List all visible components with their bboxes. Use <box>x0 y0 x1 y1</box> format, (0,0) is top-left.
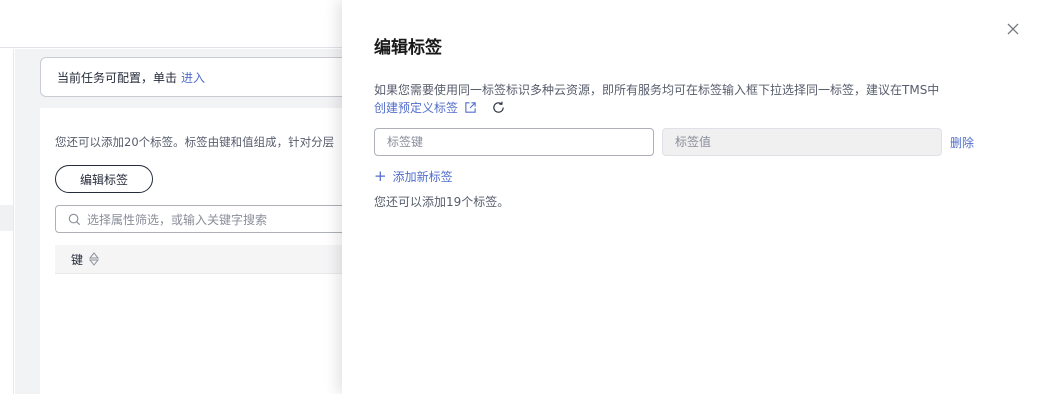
close-button[interactable] <box>1002 18 1024 40</box>
tip-text: 当前任务可配置，单击 <box>57 70 178 85</box>
add-tag-label: 添加新标签 <box>392 170 453 184</box>
drawer-title: 编辑标签 <box>374 38 442 58</box>
sort-icon[interactable] <box>89 252 100 266</box>
remaining-tags-text: 您还可以添加19个标签。 <box>374 195 510 209</box>
background-sidebar <box>0 49 14 394</box>
sidebar-selected-item[interactable] <box>0 205 13 231</box>
close-icon <box>1007 23 1019 35</box>
delete-tag-link[interactable]: 删除 <box>950 134 974 151</box>
tag-value-input[interactable] <box>662 128 942 156</box>
search-icon <box>68 213 81 225</box>
tag-row: 删除 <box>374 128 974 156</box>
refresh-icon[interactable] <box>491 100 506 115</box>
search-placeholder: 选择属性筛选，或输入关键字搜索 <box>87 212 268 227</box>
plus-icon: + <box>374 167 387 185</box>
edit-tags-button[interactable]: 编辑标签 <box>55 165 153 193</box>
tag-key-input[interactable] <box>374 128 654 156</box>
column-key-header: 键 <box>71 252 84 267</box>
create-predefined-tag-link[interactable]: 创建预定义标签 <box>374 99 458 116</box>
notice-actions: 创建预定义标签 <box>374 99 506 116</box>
tms-notice: 如果您需要使用同一标签标识多种云资源，即所有服务均可在标签输入框下拉选择同一标签… <box>374 83 940 97</box>
add-tag-button[interactable]: + 添加新标签 <box>374 168 453 185</box>
edit-tags-drawer: 编辑标签 如果您需要使用同一标签标识多种云资源，即所有服务均可在标签输入框下拉选… <box>342 0 1041 394</box>
tag-description: 您还可以添加20个标签。标签由键和值组成，针对分层 <box>55 135 335 149</box>
tip-enter-link[interactable]: 进入 <box>181 69 205 86</box>
external-link-icon[interactable] <box>464 101 477 114</box>
